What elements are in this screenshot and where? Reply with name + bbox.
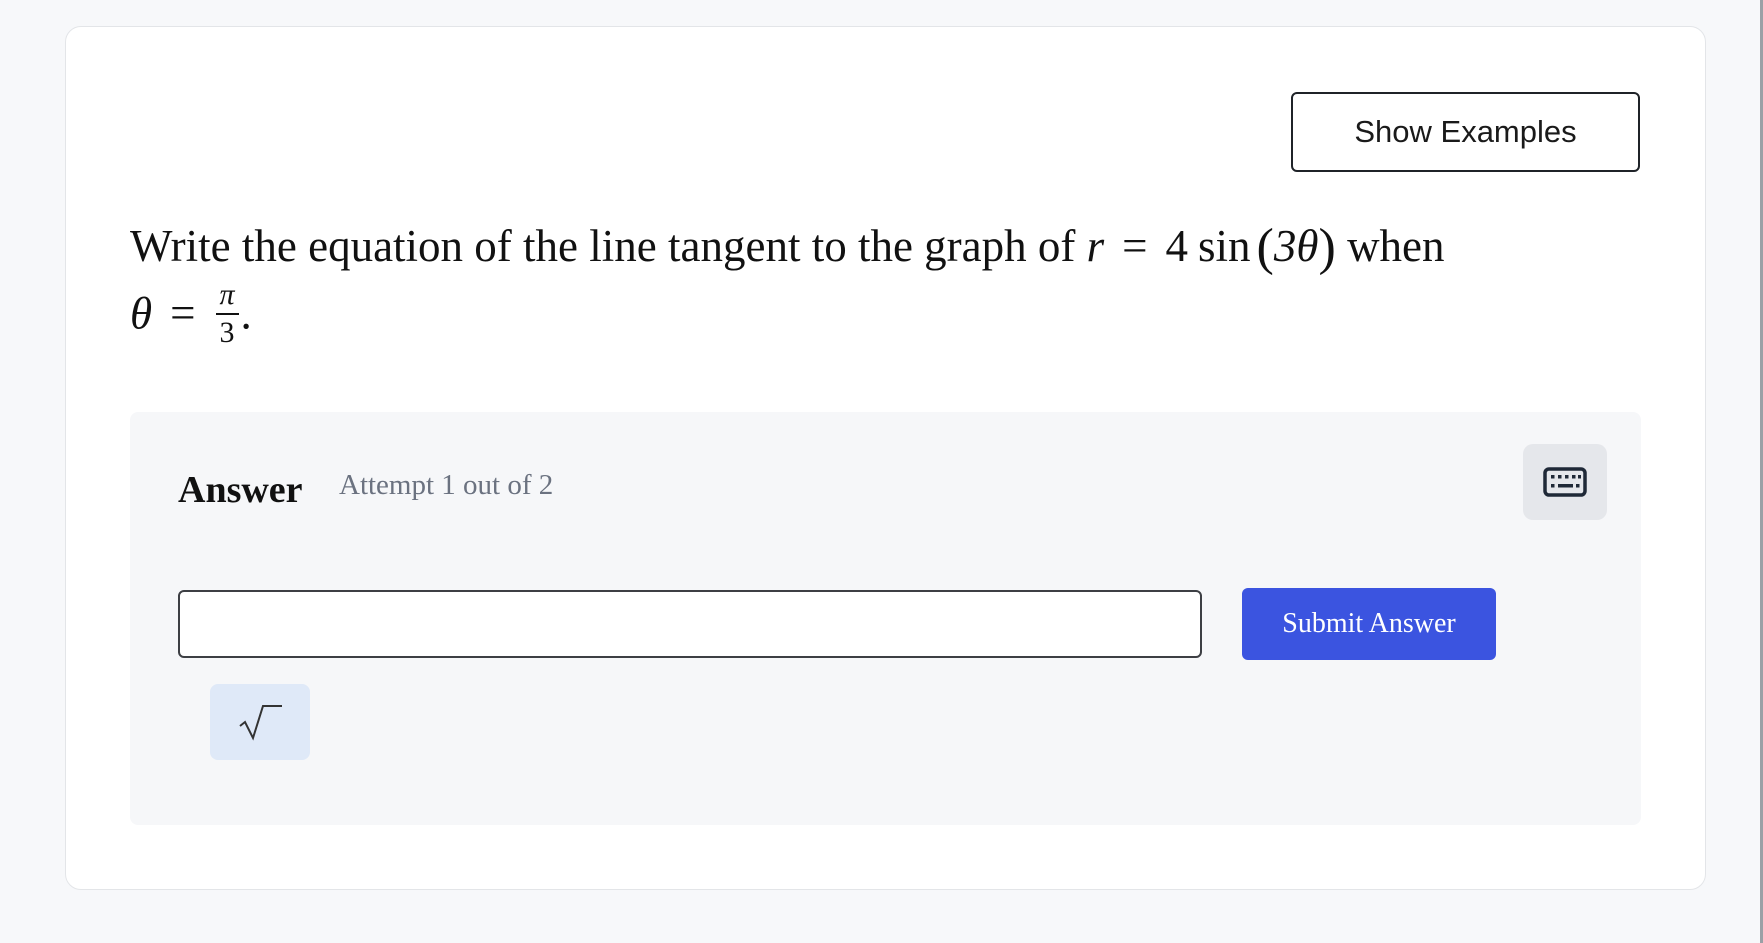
equation-argument: 3θ [1273, 221, 1319, 271]
question-when: when [1347, 221, 1445, 271]
fraction-numerator: π [219, 278, 235, 311]
question-line-2: θ = π 3. [130, 280, 252, 352]
answer-panel: Answer Attempt 1 out of 2 Submit Answer [130, 412, 1641, 825]
question-prefix: Write the equation of the line tangent t… [130, 221, 1076, 271]
condition-period: . [240, 288, 252, 339]
condition-equals: = [170, 288, 196, 339]
answer-label: Answer [178, 469, 303, 511]
condition-variable: θ [130, 288, 153, 339]
equation-equals: = [1122, 221, 1148, 271]
equation-coefficient: 4 [1165, 221, 1189, 271]
square-root-button[interactable] [210, 684, 310, 760]
condition-fraction: π3 [215, 278, 239, 349]
answer-input[interactable] [178, 590, 1202, 658]
show-examples-button[interactable]: Show Examples [1291, 92, 1640, 172]
equation-function: sin [1198, 221, 1251, 271]
square-root-icon [239, 705, 282, 741]
submit-answer-button[interactable]: Submit Answer [1242, 588, 1496, 660]
equation-variable: r [1086, 221, 1105, 271]
keyboard-toggle-button[interactable] [1523, 444, 1607, 520]
question-line-1: Write the equation of the line tangent t… [130, 222, 1445, 274]
equation-open-paren: ( [1256, 219, 1274, 276]
keyboard-icon [1543, 467, 1587, 497]
fraction-bar [215, 313, 239, 315]
attempt-counter: Attempt 1 out of 2 [339, 469, 554, 501]
fraction-denominator: 3 [219, 316, 235, 349]
equation-close-paren: ) [1318, 219, 1336, 276]
